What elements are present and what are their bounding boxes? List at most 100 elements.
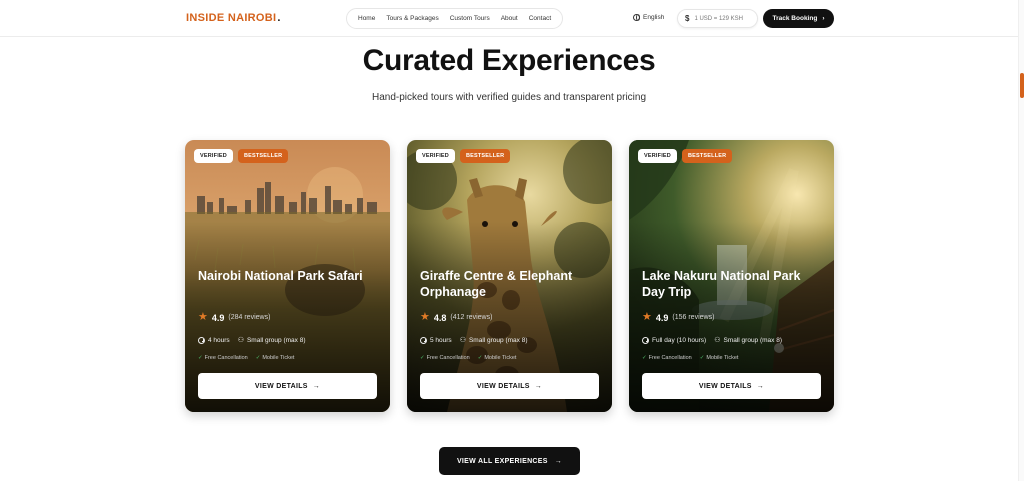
star-icon: ★ bbox=[642, 311, 652, 323]
users-icon: ⚇ bbox=[237, 337, 244, 344]
main-menu: Home Tours & Packages Custom Tours About… bbox=[346, 8, 564, 29]
tour-card-nairobi-safari[interactable]: VERIFIED BESTSELLER Nairobi National Par… bbox=[185, 140, 390, 412]
verified-badge: VERIFIED bbox=[194, 149, 233, 163]
duration-text: 5 hours bbox=[430, 336, 452, 344]
perk-label: Free Cancellation bbox=[204, 355, 248, 361]
clock-icon bbox=[642, 336, 649, 344]
arrow-right-icon: → bbox=[312, 382, 321, 390]
arrow-right-icon: → bbox=[554, 457, 563, 465]
language-label: English bbox=[643, 14, 665, 21]
clock-icon bbox=[198, 336, 205, 344]
bestseller-badge: BESTSELLER bbox=[459, 149, 511, 163]
duration-text: 4 hours bbox=[208, 336, 230, 344]
perk-label: Free Cancellation bbox=[648, 355, 692, 361]
track-booking-button[interactable]: Track Booking › bbox=[763, 9, 834, 28]
view-details-label: VIEW DETAILS bbox=[476, 382, 530, 390]
duration-info: Full day (10 hours) bbox=[642, 336, 707, 344]
tour-title[interactable]: Giraffe Centre & Elephant Orphanage bbox=[420, 268, 600, 300]
view-details-label: VIEW DETAILS bbox=[698, 382, 752, 390]
check-icon: ✓ bbox=[699, 355, 705, 361]
perk-label: Mobile Ticket bbox=[484, 355, 517, 361]
check-icon: ✓ bbox=[642, 355, 647, 361]
check-icon: ✓ bbox=[420, 355, 425, 361]
language-selector[interactable]: English bbox=[633, 14, 664, 21]
view-details-button[interactable]: VIEW DETAILS → bbox=[198, 373, 377, 399]
users-icon: ⚇ bbox=[459, 337, 466, 344]
chevron-right-icon: › bbox=[822, 15, 825, 22]
view-details-button[interactable]: VIEW DETAILS → bbox=[420, 373, 599, 399]
track-booking-label: Track Booking bbox=[772, 15, 818, 22]
view-details-button[interactable]: VIEW DETAILS → bbox=[642, 373, 821, 399]
tour-rating: ★ 4.9 (284 reviews) bbox=[198, 312, 270, 323]
tour-meta: 4 hours ⚇ Small group (max 8) bbox=[198, 336, 306, 344]
perk-mobile-ticket: ✓ Mobile Ticket bbox=[478, 355, 517, 361]
card-badges: VERIFIED BESTSELLER bbox=[416, 149, 511, 163]
duration-info: 4 hours bbox=[198, 336, 230, 344]
perk-free-cancellation: ✓ Free Cancellation bbox=[198, 355, 248, 361]
tour-card-giraffe-centre[interactable]: VERIFIED BESTSELLER Giraffe Centre & Ele… bbox=[407, 140, 612, 412]
verified-badge: VERIFIED bbox=[638, 149, 677, 163]
arrow-right-icon: → bbox=[756, 382, 765, 390]
top-navbar: INSIDE NAIROBI. Home Tours & Packages Cu… bbox=[0, 0, 1018, 37]
nav-link-home[interactable]: Home bbox=[358, 15, 375, 22]
nav-link-contact[interactable]: Contact bbox=[529, 15, 551, 22]
review-count: (412 reviews) bbox=[450, 314, 493, 321]
scrollbar-thumb[interactable] bbox=[1020, 73, 1024, 98]
check-icon: ✓ bbox=[255, 355, 261, 361]
group-text: Small group (max 8) bbox=[246, 336, 306, 344]
tour-rating: ★ 4.9 (156 reviews) bbox=[642, 312, 714, 323]
perk-free-cancellation: ✓ Free Cancellation bbox=[642, 355, 692, 361]
users-icon: ⚇ bbox=[714, 337, 721, 344]
group-text: Small group (max 8) bbox=[468, 336, 528, 344]
perk-label: Free Cancellation bbox=[426, 355, 470, 361]
tour-perks: ✓ Free Cancellation ✓ Mobile Ticket bbox=[198, 355, 294, 361]
view-all-experiences-button[interactable]: VIEW ALL EXPERIENCES → bbox=[439, 447, 580, 475]
perk-mobile-ticket: ✓ Mobile Ticket bbox=[256, 355, 295, 361]
logo-text: INSIDE NAIROBI bbox=[186, 12, 277, 24]
duration-info: 5 hours bbox=[420, 336, 452, 344]
group-info: ⚇ Small group (max 8) bbox=[237, 336, 306, 345]
page-scrollbar[interactable] bbox=[1018, 0, 1024, 481]
dollar-icon: $ bbox=[685, 14, 690, 23]
rating-value: 4.9 bbox=[211, 312, 225, 323]
tour-rating: ★ 4.8 (412 reviews) bbox=[420, 312, 492, 323]
perk-mobile-ticket: ✓ Mobile Ticket bbox=[700, 355, 739, 361]
site-logo[interactable]: INSIDE NAIROBI. bbox=[186, 12, 281, 24]
check-icon: ✓ bbox=[198, 355, 203, 361]
rating-value: 4.8 bbox=[433, 312, 447, 323]
verified-badge: VERIFIED bbox=[416, 149, 455, 163]
group-info: ⚇ Small group (max 8) bbox=[714, 336, 783, 345]
card-badges: VERIFIED BESTSELLER bbox=[638, 149, 733, 163]
tour-title[interactable]: Lake Nakuru National Park Day Trip bbox=[642, 268, 822, 300]
nav-link-custom-tours[interactable]: Custom Tours bbox=[450, 15, 490, 22]
perk-label: Mobile Ticket bbox=[262, 355, 295, 361]
clock-icon bbox=[420, 336, 427, 344]
page: INSIDE NAIROBI. Home Tours & Packages Cu… bbox=[0, 0, 1024, 481]
tour-title[interactable]: Nairobi National Park Safari bbox=[198, 268, 378, 284]
perk-free-cancellation: ✓ Free Cancellation bbox=[420, 355, 470, 361]
card-badges: VERIFIED BESTSELLER bbox=[194, 149, 289, 163]
review-count: (284 reviews) bbox=[228, 314, 271, 321]
group-text: Small group (max 8) bbox=[723, 336, 783, 344]
duration-text: Full day (10 hours) bbox=[652, 336, 707, 344]
nav-link-tours-packages[interactable]: Tours & Packages bbox=[386, 15, 438, 22]
currency-rate: 1 USD = 129 KSH bbox=[694, 15, 743, 22]
star-icon: ★ bbox=[198, 311, 208, 323]
tour-card-lake-nakuru[interactable]: VERIFIED BESTSELLER Lake Nakuru National… bbox=[629, 140, 834, 412]
arrow-right-icon: → bbox=[534, 382, 543, 390]
tour-perks: ✓ Free Cancellation ✓ Mobile Ticket bbox=[642, 355, 738, 361]
section-title: Curated Experiences bbox=[362, 44, 656, 77]
bestseller-badge: BESTSELLER bbox=[237, 149, 289, 163]
perk-label: Mobile Ticket bbox=[706, 355, 739, 361]
view-all-label: VIEW ALL EXPERIENCES bbox=[456, 457, 548, 465]
tour-meta: Full day (10 hours) ⚇ Small group (max 8) bbox=[642, 336, 782, 344]
section-subtitle: Hand-picked tours with verified guides a… bbox=[371, 92, 647, 103]
nav-link-about[interactable]: About bbox=[501, 15, 518, 22]
tour-meta: 5 hours ⚇ Small group (max 8) bbox=[420, 336, 528, 344]
rating-value: 4.9 bbox=[655, 312, 669, 323]
check-icon: ✓ bbox=[477, 355, 483, 361]
currency-selector[interactable]: $ 1 USD = 129 KSH bbox=[677, 9, 758, 28]
star-icon: ★ bbox=[420, 311, 430, 323]
group-info: ⚇ Small group (max 8) bbox=[459, 336, 528, 345]
logo-dot: . bbox=[277, 12, 281, 24]
